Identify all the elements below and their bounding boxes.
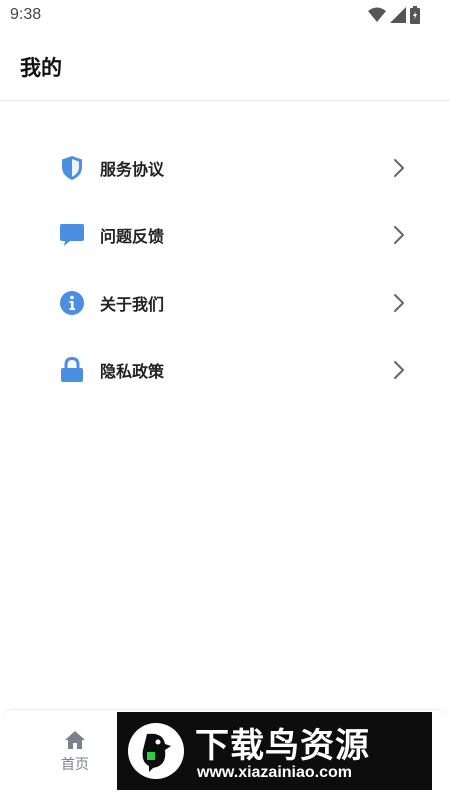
status-bar: 9:38	[0, 0, 450, 32]
chevron-right-icon	[394, 158, 404, 177]
watermark-banner: 下载鸟资源 www.xiazainiao.com	[117, 712, 432, 790]
bird-logo-icon	[128, 723, 184, 779]
menu-item-label: 服务协议	[100, 159, 165, 179]
menu-item-label: 问题反馈	[100, 227, 165, 247]
home-icon	[65, 731, 85, 749]
signal-icon	[390, 7, 406, 23]
status-icons	[368, 6, 420, 24]
menu-item-service-agreement[interactable]: 服务协议	[0, 134, 450, 202]
wifi-icon	[368, 7, 386, 22]
info-icon	[59, 290, 85, 316]
chevron-right-icon	[394, 293, 404, 312]
watermark-url: www.xiazainiao.com	[197, 764, 353, 781]
nav-home-tab[interactable]: 首页	[50, 730, 100, 780]
watermark-title: 下载鸟资源	[195, 726, 370, 766]
battery-icon	[410, 6, 420, 24]
settings-menu: 服务协议 问题反馈 关于我们 隐私政策	[0, 134, 450, 404]
page-title: 我的	[20, 56, 62, 80]
menu-item-about-us[interactable]: 关于我们	[0, 269, 450, 337]
lock-icon	[59, 357, 85, 383]
menu-item-privacy-policy[interactable]: 隐私政策	[0, 337, 450, 405]
status-time: 9:38	[10, 6, 42, 23]
page-header: 我的	[0, 32, 450, 101]
shield-icon	[59, 155, 85, 181]
nav-home-label: 首页	[61, 757, 89, 773]
chevron-right-icon	[394, 226, 404, 245]
chevron-right-icon	[394, 361, 404, 380]
menu-item-label: 隐私政策	[100, 362, 165, 382]
menu-item-feedback[interactable]: 问题反馈	[0, 202, 450, 270]
chat-bubble-icon	[59, 222, 85, 248]
menu-item-label: 关于我们	[100, 294, 165, 314]
